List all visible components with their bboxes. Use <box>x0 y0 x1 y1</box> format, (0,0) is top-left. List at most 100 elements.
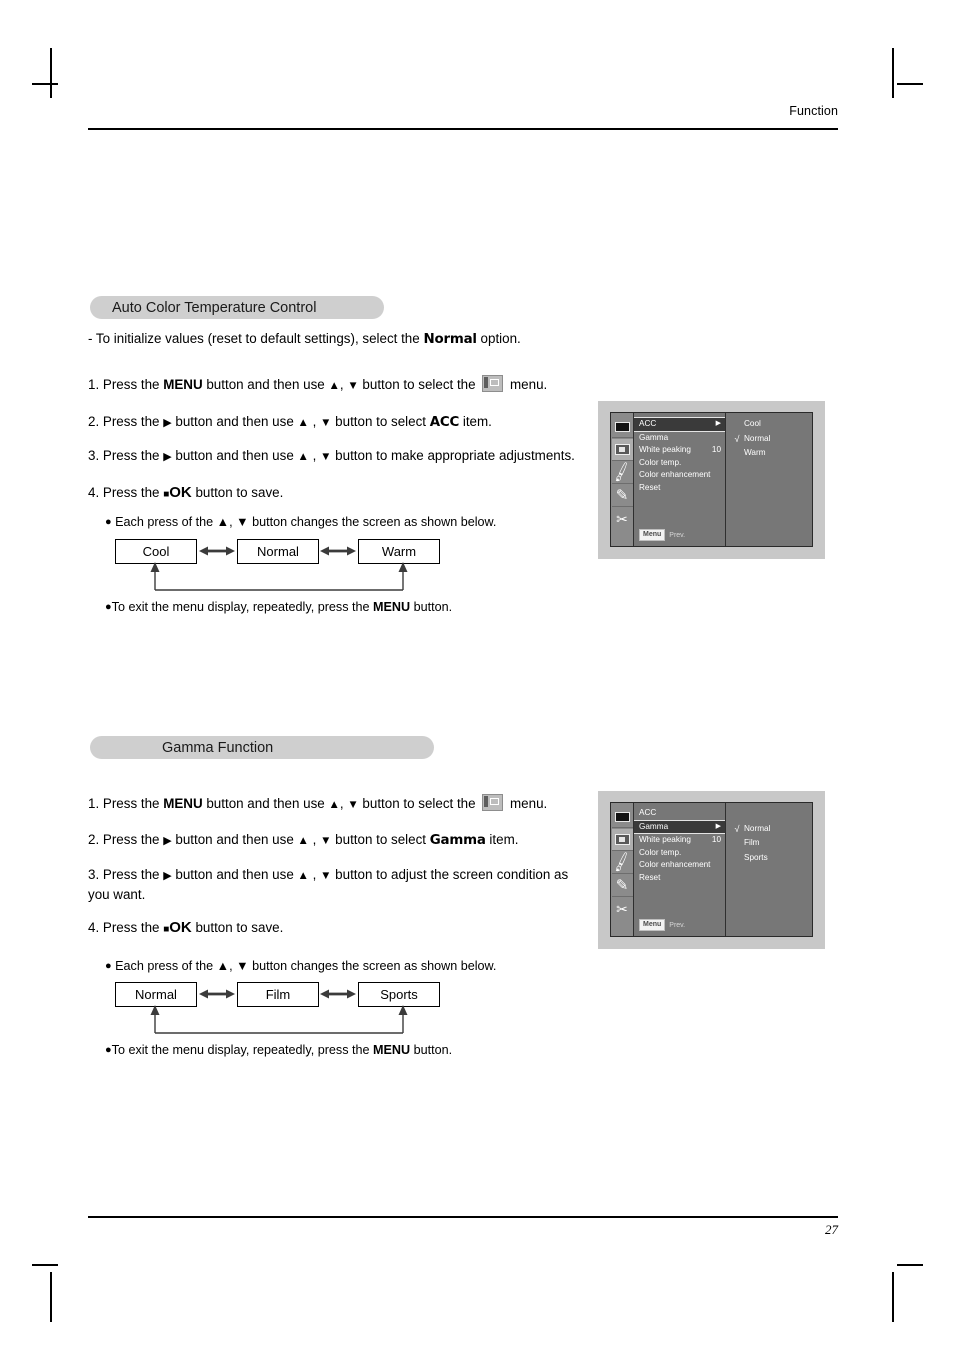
osd-menu-item-acc[interactable]: ACC <box>634 807 725 820</box>
osd-icon-screen[interactable] <box>611 416 633 438</box>
osd-menu-item-color-enhancement[interactable]: Color enhancement <box>634 469 725 482</box>
osd-icon-picture[interactable] <box>611 439 633 461</box>
down-arrow-icon: ▼ <box>347 380 359 392</box>
osd-menu-label: Color temp. <box>639 847 682 857</box>
right-arrow-icon: ▶ <box>163 870 172 882</box>
step-text: Press the <box>102 485 164 500</box>
osd-option-list: Cool √ Normal Warm <box>726 413 812 546</box>
osd-menu-item-color-enhancement[interactable]: Color enhancement <box>634 859 725 872</box>
osd-menu-item-white-peaking[interactable]: White peaking 10 <box>634 834 725 847</box>
crop-mark-top-left-horizontal <box>32 83 58 85</box>
osd-icon-tools[interactable]: ✂ <box>612 508 633 529</box>
step-2-auto-color-temp: 2. Press the ▶ button and then use ▲ , ▼… <box>88 412 492 432</box>
crop-mark-bottom-right-vertical <box>892 1272 894 1322</box>
osd-menu-item-gamma[interactable]: Gamma ▶ <box>634 819 725 835</box>
osd-icon-brushes[interactable]: ✎ <box>611 875 633 897</box>
tools-icon: ✂ <box>616 510 628 527</box>
osd-menu-item-color-temp[interactable]: Color temp. <box>634 847 725 860</box>
osd-menu-label: White peaking <box>639 445 691 455</box>
osd-option-label: Film <box>744 838 760 847</box>
osd-menu-item-color-temp[interactable]: Color temp. <box>634 457 725 470</box>
osd-menu-value: 10 <box>711 835 721 845</box>
osd-footer-controls: Menu Prev. <box>639 529 685 541</box>
osd-prev-label: Prev. <box>669 921 686 929</box>
step-number: 4. <box>88 920 100 935</box>
osd-menu-button[interactable]: Menu <box>639 529 666 541</box>
osd-menu-item-gamma[interactable]: Gamma <box>634 432 725 445</box>
osd-menu-item-reset[interactable]: Reset <box>634 482 725 495</box>
osd-menu-label: Color enhancement <box>639 470 711 480</box>
header-rule <box>88 128 838 130</box>
step-text: Press the <box>102 414 164 429</box>
ok-key: OK <box>169 484 192 501</box>
step-text: , <box>308 867 321 882</box>
step-number: 1. <box>88 377 100 392</box>
screen-icon <box>614 421 630 432</box>
osd-menu-value: 10 <box>711 445 721 455</box>
step-3-gamma: 3. Press the ▶ button and then use ▲ , ▼… <box>88 865 593 904</box>
note-text: button. <box>410 600 453 614</box>
flow-diagram-gamma: Normal Film Sports <box>110 979 510 1034</box>
step-number: 4. <box>88 485 100 500</box>
intro-emphasis: Normal <box>423 332 477 347</box>
osd-icon-brush[interactable]: 🖌 <box>610 851 634 874</box>
bullet-icon: ● <box>105 601 112 613</box>
up-arrow-icon: ▲ <box>297 870 309 882</box>
double-arrow-normal-warm <box>320 546 356 556</box>
osd-icon-brushes[interactable]: ✎ <box>611 485 633 507</box>
section-title: Gamma Function <box>162 739 274 756</box>
osd-icon-screen[interactable] <box>611 806 633 828</box>
osd-option-normal[interactable]: √ Normal <box>732 822 812 837</box>
picture-icon <box>614 834 630 845</box>
osd-menu-item-reset[interactable]: Reset <box>634 872 725 885</box>
step-text: , <box>308 448 321 463</box>
osd-footer-controls: Menu Prev. <box>639 919 685 931</box>
intro-line-auto-color-temp: - To initialize values (reset to default… <box>88 329 521 349</box>
flow-label: Sports <box>380 987 418 1002</box>
osd-option-sports[interactable]: Sports <box>732 851 812 866</box>
osd-menu-button[interactable]: Menu <box>639 919 666 931</box>
osd-menu-item-white-peaking[interactable]: White peaking 10 <box>634 444 725 457</box>
chevron-right-icon: ▶ <box>715 420 721 427</box>
osd-option-cool[interactable]: Cool <box>732 417 812 432</box>
flow-label: Normal <box>135 987 177 1002</box>
step-item-name: ACC <box>429 415 460 430</box>
osd-screen: 🖌 ✎ ✂ ACC ▶ Gamma White peaking 10 Color… <box>610 412 813 547</box>
osd-option-film[interactable]: Film <box>732 836 812 851</box>
osd-icon-brush[interactable]: 🖌 <box>610 461 634 484</box>
flow-label: Cool <box>142 544 170 559</box>
flow-label: Warm <box>381 544 417 559</box>
intro-prefix: - To initialize values (reset to default… <box>88 331 424 346</box>
flow-label: Normal <box>257 544 299 559</box>
osd-option-warm[interactable]: Warm <box>732 446 812 461</box>
osd-option-label: Cool <box>744 419 761 428</box>
osd-option-spacer <box>732 807 812 822</box>
osd-screenshot-acc: 🖌 ✎ ✂ ACC ▶ Gamma White peaking 10 Color… <box>598 401 825 559</box>
step-text: menu. <box>506 377 548 392</box>
down-arrow-icon: ▼ <box>347 799 359 811</box>
osd-menu-label: Gamma <box>639 432 669 442</box>
flow-loop-arrow <box>150 1005 408 1034</box>
step-text: button and then use <box>202 377 329 392</box>
osd-menu-item-acc[interactable]: ACC ▶ <box>634 417 725 432</box>
osd-icon-picture[interactable] <box>611 829 633 851</box>
osd-menu-label: Color temp. <box>639 457 682 467</box>
down-arrow-icon: ▼ <box>320 870 332 882</box>
note-exit-auto-color-temp: ●To exit the menu display, repeatedly, p… <box>105 598 452 616</box>
step-text: Press the <box>102 448 164 463</box>
osd-screenshot-gamma: 🖌 ✎ ✂ ACC Gamma ▶ White peaking 10 Color… <box>598 791 825 949</box>
osd-option-normal[interactable]: √ Normal <box>732 432 812 447</box>
osd-menu-list: ACC ▶ Gamma White peaking 10 Color temp.… <box>634 413 726 546</box>
down-arrow-icon: ▼ <box>320 451 332 463</box>
step-item-name: Gamma <box>429 833 486 848</box>
step-text: button to select <box>331 414 430 429</box>
osd-screen: 🖌 ✎ ✂ ACC Gamma ▶ White peaking 10 Color… <box>610 802 813 937</box>
crop-mark-top-right-vertical <box>892 48 894 98</box>
bullet-icon: ● <box>105 1044 112 1056</box>
osd-icon-tools[interactable]: ✂ <box>612 898 633 919</box>
chevron-right-icon: ▶ <box>715 822 721 830</box>
note-each-press-auto-color-temp: ● Each press of the ▲, ▼ button changes … <box>105 513 496 531</box>
menu-key: MENU <box>373 1043 411 1057</box>
note-text: To exit the menu display, repeatedly, pr… <box>111 600 373 614</box>
step-text: button to make appropriate adjustments. <box>331 448 575 463</box>
